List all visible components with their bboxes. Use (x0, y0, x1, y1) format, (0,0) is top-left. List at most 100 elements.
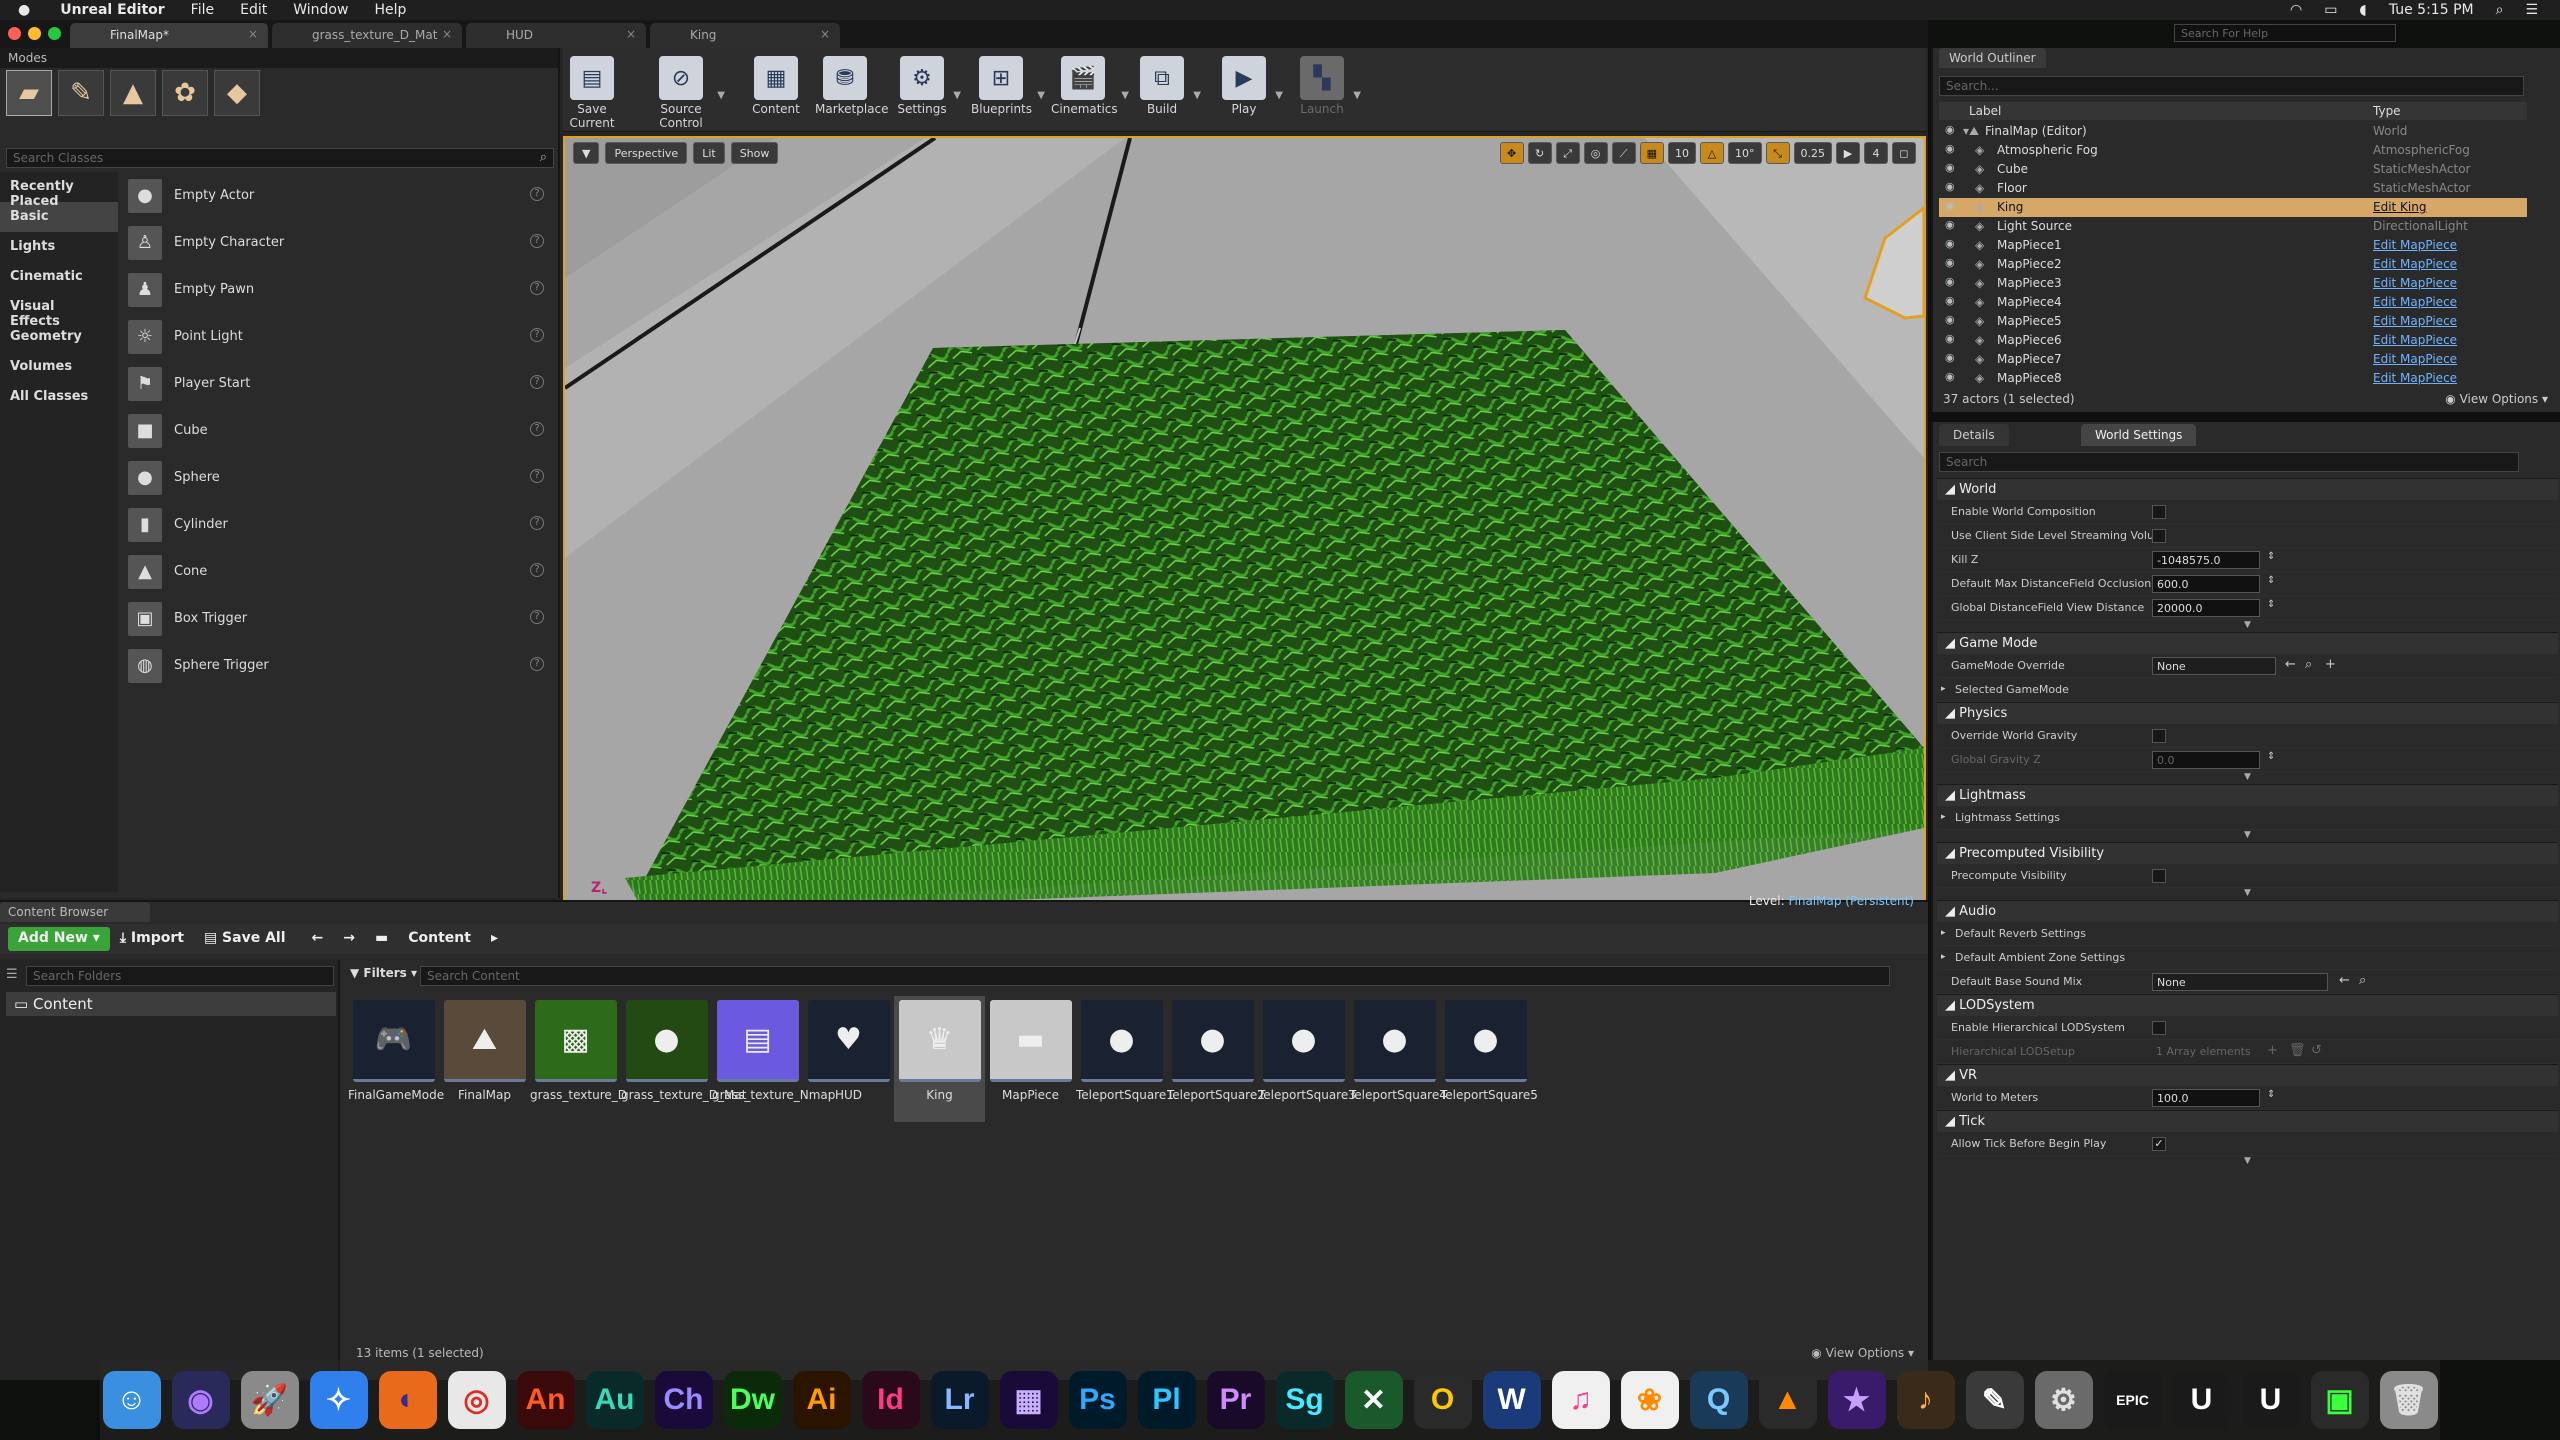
place-item-cube[interactable]: ■ Cube? (120, 407, 556, 454)
add-element-icon[interactable]: + (2267, 1043, 2278, 1058)
itunes-icon[interactable]: ♫ (1551, 1371, 1610, 1429)
chevron-down-icon[interactable]: ▼ (1037, 90, 1045, 101)
actor-type[interactable]: Edit MapPiece (2373, 295, 2457, 309)
property-dropdown[interactable]: None (2152, 973, 2328, 991)
outliner-row[interactable]: ◉ ◈ MapPiece5 Edit MapPiece (1939, 312, 2527, 331)
use-selected-arrow-icon[interactable]: ← (2339, 973, 2350, 988)
save-all-button[interactable]: ▤ Save All (194, 927, 296, 951)
tab-hud[interactable]: HUD × (466, 23, 646, 48)
place-item-empty-pawn[interactable]: ♟ Empty Pawn? (120, 266, 556, 313)
use-selected-arrow-icon[interactable]: ← (2285, 657, 2296, 672)
asset-tile[interactable]: ● grass_texture_D_Mat (621, 996, 746, 1122)
camera-speed-value[interactable]: 4 (1864, 142, 1888, 164)
grid-snap-icon[interactable]: ▦ (1639, 142, 1664, 164)
info-icon[interactable]: ? (530, 422, 544, 436)
close-tab-icon[interactable]: × (248, 27, 258, 41)
help-search-input[interactable]: Search For Help (2174, 24, 2396, 42)
column-header-type[interactable]: Type (2373, 104, 2401, 118)
place-item-empty-character[interactable]: ♙ Empty Character? (120, 219, 556, 266)
terminal-icon[interactable]: ▣ (2310, 1371, 2369, 1429)
outliner-row[interactable]: ◉ ◈ Atmospheric Fog AtmosphericFog (1939, 141, 2527, 160)
asset-tile[interactable]: ▩ grass_texture_D (530, 996, 627, 1122)
visibility-eye-icon[interactable]: ◉ (1945, 275, 1955, 288)
details-section-header[interactable]: ◢ Audio (1937, 900, 2558, 922)
spark-icon[interactable]: Sg (1275, 1371, 1334, 1429)
trash-icon[interactable]: 🗑 (2379, 1371, 2438, 1429)
imovie-icon[interactable]: ★ (1827, 1371, 1886, 1429)
folder-content[interactable]: ▭ Content (6, 992, 336, 1016)
photoshop-icon[interactable]: Ps (1068, 1371, 1127, 1429)
firefox-icon[interactable]: ◐ (378, 1371, 437, 1429)
orbit-icon[interactable]: O (1413, 1371, 1472, 1429)
category-recently-placed[interactable]: Recently Placed (0, 172, 118, 209)
spin-arrows-icon[interactable]: ⇕ (2267, 751, 2275, 762)
scale-snap-icon[interactable]: ⤡ (1765, 142, 1790, 164)
place-item-empty-actor[interactable]: ● Empty Actor? (120, 172, 556, 219)
asset-tile[interactable]: ● TeleportSquare2 (1167, 996, 1265, 1122)
details-section-header[interactable]: ◢ Precomputed Visibility (1937, 842, 2558, 864)
visibility-eye-icon[interactable]: ◉ (1945, 218, 1955, 231)
info-icon[interactable]: ? (530, 234, 544, 248)
grid-snap-value[interactable]: 10 (1668, 142, 1696, 164)
visibility-eye-icon[interactable]: ◉ (1945, 142, 1955, 155)
property-checkbox[interactable] (2152, 869, 2166, 883)
property-number-field[interactable]: 100.0 (2152, 1089, 2260, 1107)
asset-tile[interactable]: ▬ MapPiece (985, 996, 1076, 1122)
play-button[interactable]: ▶ Play ▼ (1219, 48, 1283, 128)
tab-grass-material[interactable]: grass_texture_D_Mat × (272, 23, 462, 48)
search-classes-input[interactable]: Search Classes ⌕ (6, 148, 554, 168)
info-icon[interactable]: ? (530, 328, 544, 342)
outliner-row[interactable]: ◉ ◈ Floor StaticMeshActor (1939, 179, 2527, 198)
quicktime-icon[interactable]: Q (1689, 1371, 1748, 1429)
place-item-player-start[interactable]: ⚑ Player Start? (120, 360, 556, 407)
build-button[interactable]: ⧉ Build ▼ (1137, 48, 1201, 128)
menu-edit[interactable]: Edit (240, 2, 267, 18)
audition-icon[interactable]: Au (585, 1371, 644, 1429)
clear-array-icon[interactable]: 🗑 (2289, 1043, 2306, 1058)
asset-tile[interactable]: 🎮 FinalGameMode (348, 996, 444, 1122)
spin-arrows-icon[interactable]: ⇕ (2267, 599, 2275, 610)
close-tab-icon[interactable]: × (820, 27, 830, 41)
visibility-eye-icon[interactable]: ◉ (1945, 332, 1955, 345)
visibility-eye-icon[interactable]: ◉ (1945, 313, 1955, 326)
blueprints-button[interactable]: ⊞ Blueprints ▼ (971, 48, 1045, 128)
chevron-down-icon[interactable]: ▼ (1275, 90, 1283, 101)
property-checkbox[interactable] (2152, 729, 2166, 743)
info-icon[interactable]: ? (530, 610, 544, 624)
close-tab-icon[interactable]: × (626, 27, 636, 41)
unreal-engine-icon[interactable]: U (2172, 1371, 2231, 1429)
outliner-row[interactable]: ◉ ◈ MapPiece1 Edit MapPiece (1939, 236, 2527, 255)
prelude-icon[interactable]: Pl (1137, 1371, 1196, 1429)
perspective-button[interactable]: Perspective (605, 142, 688, 164)
marketplace-button[interactable]: ⛃ Marketplace (815, 48, 889, 128)
property-checkbox[interactable] (2152, 529, 2166, 543)
category-lights[interactable]: Lights (0, 232, 118, 262)
outliner-row[interactable]: ◉ ▾⛰ FinalMap (Editor) World (1939, 122, 2527, 141)
property-checkbox[interactable] (2152, 505, 2166, 519)
asset-tile[interactable]: ● TeleportSquare4 (1349, 996, 1447, 1122)
path-breadcrumb[interactable]: Content (398, 927, 481, 951)
show-advanced-icon[interactable]: ▼ (1937, 772, 2558, 784)
add-new-button[interactable]: Add New ▾ (8, 927, 110, 951)
chevron-down-icon[interactable]: ▼ (1121, 90, 1129, 101)
visibility-eye-icon[interactable]: ◉ (1945, 123, 1955, 136)
browse-icon[interactable]: ⌕ (2305, 657, 2312, 672)
chevron-down-icon[interactable]: ▼ (1353, 90, 1361, 101)
world-local-icon[interactable]: ◎ (1583, 142, 1608, 164)
forward-arrow-icon[interactable]: → (333, 927, 365, 951)
outliner-row[interactable]: ◉ ◈ MapPiece3 Edit MapPiece (1939, 274, 2527, 293)
source-control-button[interactable]: ⊘ Source Control ▼ (651, 48, 725, 130)
outliner-row[interactable]: ◉ ◈ Cube StaticMeshActor (1939, 160, 2527, 179)
outliner-row[interactable]: ◉ ◈ Light Source DirectionalLight (1939, 217, 2527, 236)
details-section-header[interactable]: ◢ VR (1937, 1064, 2558, 1086)
folder-view-icon[interactable]: ☰ (6, 967, 18, 982)
asset-tile[interactable]: ● TeleportSquare5 (1440, 996, 1538, 1122)
apple-icon[interactable]: ● (18, 2, 30, 18)
back-arrow-icon[interactable]: ← (302, 927, 334, 951)
surface-snap-icon[interactable]: ⟋ (1611, 142, 1636, 164)
asset-tile[interactable]: ▤ grass_texture_Nmap (712, 996, 835, 1122)
volume-icon[interactable]: ◖ (2359, 2, 2366, 18)
clock[interactable]: Tue 5:15 PM (2389, 2, 2474, 18)
actor-type[interactable]: Edit MapPiece (2373, 333, 2457, 347)
landscape-mode-icon[interactable]: ▲ (110, 70, 156, 116)
